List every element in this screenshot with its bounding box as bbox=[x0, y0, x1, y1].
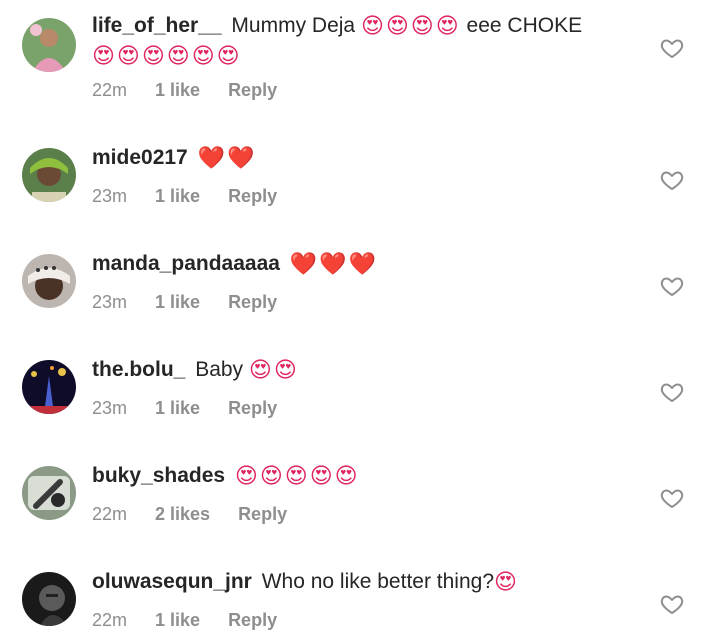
comment-likes[interactable]: 2 likes bbox=[155, 504, 210, 525]
like-heart-icon[interactable] bbox=[660, 274, 684, 298]
comment-text: manda_pandaaaaa ❤️❤️❤️ bbox=[92, 250, 652, 278]
like-heart-icon[interactable] bbox=[660, 36, 684, 60]
comment-emojis: 😍😍 bbox=[248, 357, 299, 383]
comment-emojis: 😍😍😍😍😍 bbox=[234, 463, 360, 489]
comment-username[interactable]: oluwasequn_jnr bbox=[92, 570, 252, 593]
comment-meta: 23m 1 like Reply bbox=[92, 398, 652, 419]
comment-time: 22m bbox=[92, 610, 128, 631]
reply-button[interactable]: Reply bbox=[238, 504, 287, 525]
avatar[interactable] bbox=[22, 572, 76, 626]
like-heart-icon[interactable] bbox=[660, 168, 684, 192]
comment-text: life_of_her__ Mummy Deja 😍😍😍😍 eee CHOKE … bbox=[92, 12, 652, 70]
comment-meta: 22m 1 like Reply bbox=[92, 80, 652, 101]
comment-body: mide0217 ❤️❤️ 23m 1 like Reply bbox=[92, 144, 652, 207]
comment-body: oluwasequn_jnr Who no like better thing?… bbox=[92, 568, 652, 631]
comment-time: 22m bbox=[92, 504, 128, 525]
avatar[interactable] bbox=[22, 360, 76, 414]
comment-time: 23m bbox=[92, 398, 128, 419]
comment-time: 23m bbox=[92, 186, 128, 207]
comment-username[interactable]: the.bolu_ bbox=[92, 358, 185, 381]
comment-text: buky_shades 😍😍😍😍😍 bbox=[92, 462, 652, 490]
reply-button[interactable]: Reply bbox=[228, 610, 277, 631]
comment-likes[interactable]: 1 like bbox=[155, 186, 200, 207]
comment-body: life_of_her__ Mummy Deja 😍😍😍😍 eee CHOKE … bbox=[92, 12, 652, 101]
comment-username[interactable]: manda_pandaaaaa bbox=[92, 252, 280, 275]
like-heart-icon[interactable] bbox=[660, 380, 684, 404]
comment-message: Mummy Deja bbox=[231, 14, 356, 37]
comment-time: 23m bbox=[92, 292, 128, 313]
comment-meta: 23m 1 like Reply bbox=[92, 292, 652, 313]
avatar[interactable] bbox=[22, 254, 76, 308]
reply-button[interactable]: Reply bbox=[228, 398, 277, 419]
comment-likes[interactable]: 1 like bbox=[155, 80, 200, 101]
reply-button[interactable]: Reply bbox=[228, 80, 277, 101]
like-heart-icon[interactable] bbox=[660, 592, 684, 616]
comment-likes[interactable]: 1 like bbox=[155, 398, 200, 419]
comment-emojis: ❤️❤️ bbox=[197, 145, 257, 171]
comment-likes[interactable]: 1 like bbox=[155, 610, 200, 631]
comment-username[interactable]: mide0217 bbox=[92, 146, 188, 169]
avatar[interactable] bbox=[22, 18, 76, 72]
comment-meta: 22m 2 likes Reply bbox=[92, 504, 652, 525]
like-heart-icon[interactable] bbox=[660, 486, 684, 510]
comment-emojis: ❤️❤️❤️ bbox=[289, 251, 378, 277]
comment-text: oluwasequn_jnr Who no like better thing?… bbox=[92, 568, 652, 596]
comment-body: manda_pandaaaaa ❤️❤️❤️ 23m 1 like Reply bbox=[92, 250, 652, 313]
comment-message: Who no like better thing? bbox=[261, 570, 495, 593]
comment-message: Baby bbox=[195, 358, 244, 381]
comment-message-tail: eee CHOKE bbox=[466, 14, 583, 37]
comment-text: the.bolu_ Baby 😍😍 bbox=[92, 356, 652, 384]
comment-meta: 23m 1 like Reply bbox=[92, 186, 652, 207]
comment-likes[interactable]: 1 like bbox=[155, 292, 200, 313]
comment-username[interactable]: life_of_her__ bbox=[92, 14, 222, 37]
avatar[interactable] bbox=[22, 466, 76, 520]
comment-emojis-wrap: 😍😍😍😍😍😍 bbox=[92, 43, 242, 69]
reply-button[interactable]: Reply bbox=[228, 186, 277, 207]
comment-time: 22m bbox=[92, 80, 128, 101]
comment-body: the.bolu_ Baby 😍😍 23m 1 like Reply bbox=[92, 356, 652, 419]
comment-emojis: 😍 bbox=[494, 569, 519, 595]
reply-button[interactable]: Reply bbox=[228, 292, 277, 313]
avatar[interactable] bbox=[22, 148, 76, 202]
comment-emojis: 😍😍😍😍 bbox=[360, 13, 461, 39]
comment-meta: 22m 1 like Reply bbox=[92, 610, 652, 631]
comment-username[interactable]: buky_shades bbox=[92, 464, 225, 487]
comments-list: life_of_her__ Mummy Deja 😍😍😍😍 eee CHOKE … bbox=[0, 0, 720, 638]
comment-text: mide0217 ❤️❤️ bbox=[92, 144, 652, 172]
comment-body: buky_shades 😍😍😍😍😍 22m 2 likes Reply bbox=[92, 462, 652, 525]
